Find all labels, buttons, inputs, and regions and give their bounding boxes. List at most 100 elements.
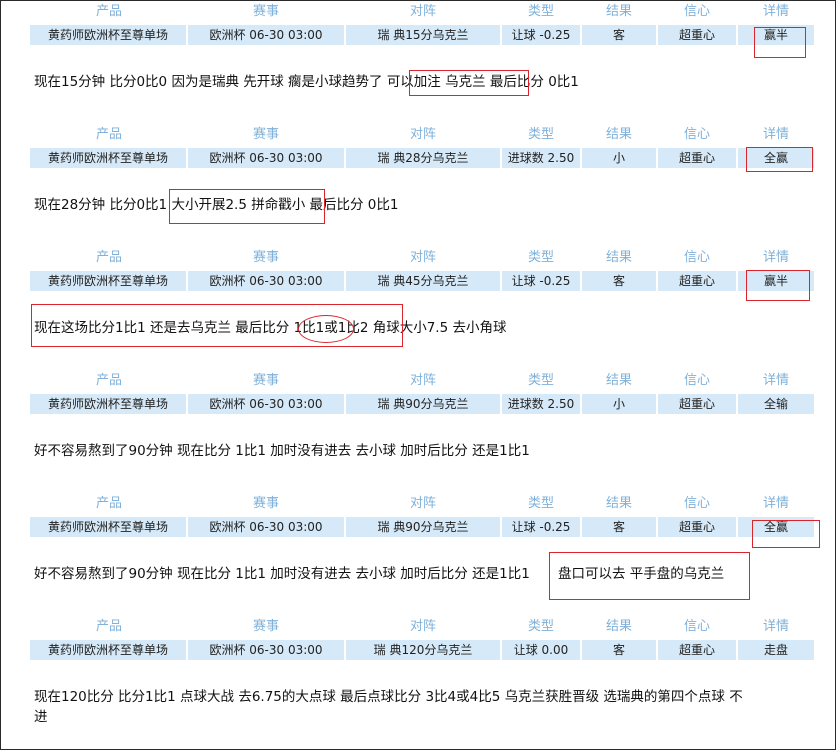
header-product: 产品: [95, 127, 122, 142]
header-type: 类型: [527, 373, 554, 388]
analysis-note: 好不容易熬到了90分钟 现在比分 1比1 加时没有进去 去小球 加时后比分 还是…: [34, 566, 530, 582]
header-matchup: 对阵: [409, 619, 436, 634]
cell-event: 欧洲杯 06-30 03:00: [209, 520, 323, 534]
header-detail: 详情: [762, 127, 789, 142]
table-row: 黄药师欧洲杯至尊单场 欧洲杯 06-30 03:00 瑞 典28分乌克兰 进球数…: [30, 148, 814, 168]
table-header: 产品 赛事 对阵 类型 结果 信心 详情: [0, 492, 836, 516]
header-result: 结果: [605, 127, 632, 142]
header-detail: 详情: [762, 4, 789, 19]
cell-event: 欧洲杯 06-30 03:00: [209, 151, 323, 165]
cell-product: 黄药师欧洲杯至尊单场: [47, 151, 168, 165]
cell-result: 小: [612, 151, 625, 165]
header-product: 产品: [95, 4, 122, 19]
cell-event: 欧洲杯 06-30 03:00: [209, 28, 323, 42]
cell-confidence: 超重心: [678, 397, 715, 411]
cell-result: 客: [612, 643, 625, 657]
cell-type: 让球 -0.25: [511, 520, 571, 534]
header-event: 赛事: [252, 373, 279, 388]
cell-event: 欧洲杯 06-30 03:00: [209, 397, 323, 411]
header-matchup: 对阵: [409, 4, 436, 19]
header-result: 结果: [605, 250, 632, 265]
header-event: 赛事: [252, 127, 279, 142]
cell-product: 黄药师欧洲杯至尊单场: [47, 274, 168, 288]
table-header: 产品 赛事 对阵 类型 结果 信心 详情: [0, 123, 836, 147]
cell-product: 黄药师欧洲杯至尊单场: [47, 520, 168, 534]
header-type: 类型: [527, 4, 554, 19]
cell-result: 客: [612, 274, 625, 288]
header-confidence: 信心: [683, 496, 710, 511]
annotation-box: [746, 147, 813, 172]
annotation-box: [169, 189, 325, 224]
cell-confidence: 超重心: [678, 643, 715, 657]
cell-product: 黄药师欧洲杯至尊单场: [47, 28, 168, 42]
header-event: 赛事: [252, 496, 279, 511]
cell-type: 进球数 2.50: [507, 151, 575, 165]
cell-matchup: 瑞 典90分乌克兰: [377, 520, 469, 534]
annotation-box: [754, 27, 806, 58]
header-product: 产品: [95, 373, 122, 388]
header-product: 产品: [95, 496, 122, 511]
header-type: 类型: [527, 496, 554, 511]
cell-type: 进球数 2.50: [507, 397, 575, 411]
header-event: 赛事: [252, 4, 279, 19]
table-row: 黄药师欧洲杯至尊单场 欧洲杯 06-30 03:00 瑞 典90分乌克兰 让球 …: [30, 517, 814, 537]
cell-product: 黄药师欧洲杯至尊单场: [47, 643, 168, 657]
cell-confidence: 超重心: [678, 151, 715, 165]
analysis-note: 好不容易熬到了90分钟 现在比分 1比1 加时没有进去 去小球 加时后比分 还是…: [34, 443, 530, 459]
header-detail: 详情: [762, 496, 789, 511]
cell-matchup: 瑞 典15分乌克兰: [377, 28, 469, 42]
header-result: 结果: [605, 4, 632, 19]
header-type: 类型: [527, 619, 554, 634]
cell-matchup: 瑞 典90分乌克兰: [377, 397, 469, 411]
header-detail: 详情: [762, 373, 789, 388]
header-result: 结果: [605, 619, 632, 634]
header-product: 产品: [95, 250, 122, 265]
cell-type: 让球 0.00: [513, 643, 569, 657]
annotation-box: [409, 70, 529, 96]
analysis-note-continued: 进: [34, 709, 48, 725]
header-matchup: 对阵: [409, 250, 436, 265]
header-matchup: 对阵: [409, 127, 436, 142]
annotation-box: [746, 270, 810, 301]
cell-confidence: 超重心: [678, 28, 715, 42]
annotation-oval: [298, 315, 354, 343]
cell-product: 黄药师欧洲杯至尊单场: [47, 397, 168, 411]
table-row: 黄药师欧洲杯至尊单场 欧洲杯 06-30 03:00 瑞 典90分乌克兰 进球数…: [30, 394, 814, 414]
header-event: 赛事: [252, 619, 279, 634]
table-header: 产品 赛事 对阵 类型 结果 信心 详情: [0, 246, 836, 270]
header-result: 结果: [605, 373, 632, 388]
table-header: 产品 赛事 对阵 类型 结果 信心 详情: [0, 615, 836, 639]
cell-type: 让球 -0.25: [511, 274, 571, 288]
header-detail: 详情: [762, 250, 789, 265]
header-confidence: 信心: [683, 250, 710, 265]
table-header: 产品 赛事 对阵 类型 结果 信心 详情: [0, 0, 836, 24]
header-matchup: 对阵: [409, 496, 436, 511]
cell-type: 让球 -0.25: [511, 28, 571, 42]
cell-matchup: 瑞 典28分乌克兰: [377, 151, 469, 165]
header-event: 赛事: [252, 250, 279, 265]
table-row: 黄药师欧洲杯至尊单场 欧洲杯 06-30 03:00 瑞 典15分乌克兰 让球 …: [30, 25, 814, 45]
header-confidence: 信心: [683, 373, 710, 388]
header-detail: 详情: [762, 619, 789, 634]
cell-result: 小: [612, 397, 625, 411]
header-confidence: 信心: [683, 127, 710, 142]
header-matchup: 对阵: [409, 373, 436, 388]
cell-confidence: 超重心: [678, 520, 715, 534]
cell-event: 欧洲杯 06-30 03:00: [209, 274, 323, 288]
header-result: 结果: [605, 496, 632, 511]
cell-result: 客: [612, 28, 625, 42]
cell-matchup: 瑞 典45分乌克兰: [377, 274, 469, 288]
header-confidence: 信心: [683, 619, 710, 634]
header-confidence: 信心: [683, 4, 710, 19]
table-row: 黄药师欧洲杯至尊单场 欧洲杯 06-30 03:00 瑞 典45分乌克兰 让球 …: [30, 271, 814, 291]
annotation-box: [752, 520, 820, 548]
cell-detail: 走盘: [763, 643, 788, 657]
header-type: 类型: [527, 127, 554, 142]
annotation-box: [549, 552, 750, 600]
cell-confidence: 超重心: [678, 274, 715, 288]
cell-detail: 全输: [763, 397, 788, 411]
header-type: 类型: [527, 250, 554, 265]
cell-matchup: 瑞 典120分乌克兰: [373, 643, 473, 657]
analysis-note: 现在120比分 比分1比1 点球大战 去6.75的大点球 最后点球比分 3比4或…: [34, 689, 743, 705]
header-product: 产品: [95, 619, 122, 634]
